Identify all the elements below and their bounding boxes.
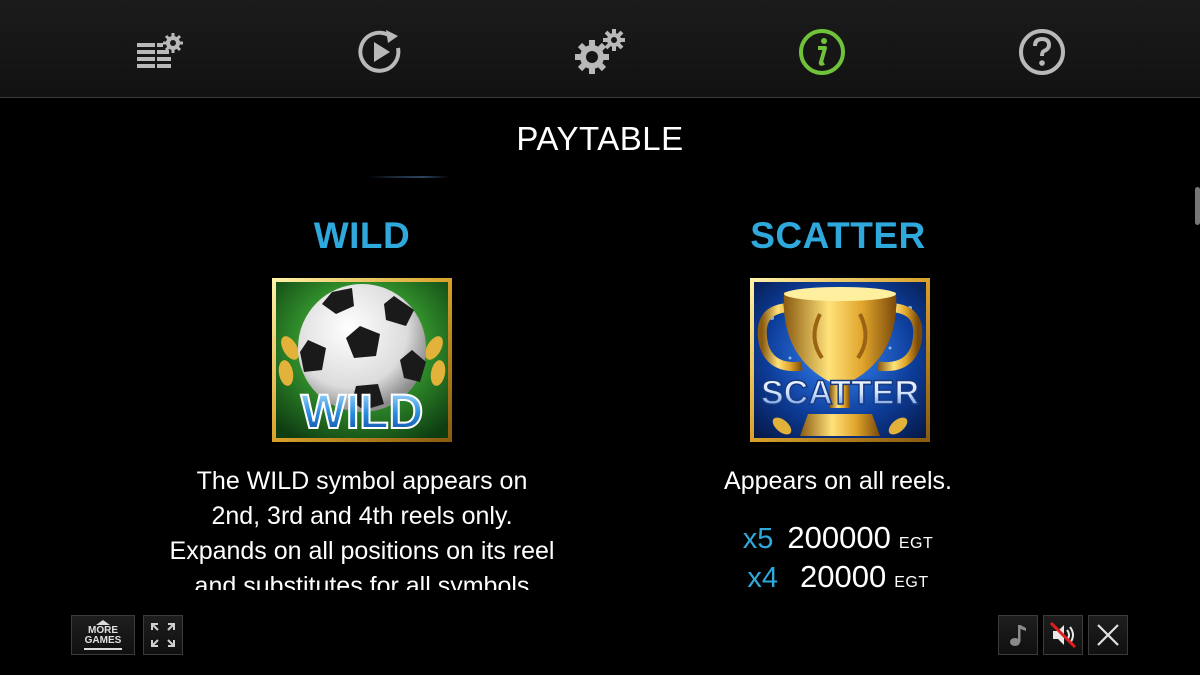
scatter-symbol-text: SCATTER — [761, 374, 919, 412]
scrollbar-thumb[interactable] — [1195, 187, 1200, 225]
wild-desc-line: and substitutes for all symbols — [194, 572, 530, 590]
more-games-button[interactable]: MORE GAMES — [71, 615, 135, 655]
autoplay-button[interactable] — [354, 26, 406, 78]
help-button[interactable] — [1016, 26, 1068, 78]
payout-row: x4 20000 EGT — [608, 559, 1068, 590]
wild-section: WILD WILD The WILD symbol appears on 2nd… — [132, 190, 592, 590]
soccer-ball-icon: WILD — [272, 278, 452, 442]
scatter-symbol: SCATTER — [750, 278, 930, 442]
payout-currency: EGT — [894, 574, 929, 590]
payout-multiplier: x5 — [742, 523, 774, 555]
wild-description: The WILD symbol appears on 2nd, 3rd and … — [132, 464, 592, 590]
fullscreen-icon — [151, 623, 175, 647]
payout-value: 200000 — [787, 520, 891, 555]
music-note-icon — [1010, 625, 1026, 646]
paytable-content: WILD WILD The WILD symbol appears on 2nd… — [0, 190, 1200, 590]
wild-desc-line: 2nd, 3rd and 4th reels only. — [211, 502, 513, 530]
wild-symbol-text: WILD — [301, 386, 424, 439]
gears-icon — [575, 29, 625, 74]
speaker-muted-icon — [1049, 621, 1077, 649]
music-button[interactable] — [998, 615, 1038, 655]
help-icon — [1019, 29, 1065, 75]
bet-settings-icon — [137, 33, 183, 68]
info-button[interactable] — [796, 26, 848, 78]
underline-decoration — [84, 648, 122, 650]
payout-multiplier: x4 — [747, 562, 779, 590]
settings-button[interactable] — [574, 26, 626, 78]
payout-row: x5 200000 EGT — [608, 520, 1068, 556]
info-icon — [799, 29, 845, 75]
wild-desc-line: The WILD symbol appears on — [196, 467, 528, 495]
close-icon — [1097, 624, 1119, 646]
sound-mute-button[interactable] — [1043, 615, 1083, 655]
divider — [368, 176, 450, 178]
scatter-title: SCATTER — [750, 215, 926, 256]
page-title: PAYTABLE — [516, 120, 684, 157]
trophy-icon: SCATTER — [750, 278, 930, 442]
fullscreen-button[interactable] — [143, 615, 183, 655]
payout-value: 20000 — [800, 559, 887, 590]
payout-currency: EGT — [898, 535, 934, 552]
close-button[interactable] — [1088, 615, 1128, 655]
scatter-description: Appears on all reels. — [724, 467, 952, 495]
wild-title: WILD — [313, 215, 411, 256]
wild-symbol: WILD — [272, 278, 452, 442]
bet-settings-button[interactable] — [134, 26, 186, 78]
more-games-label: GAMES — [84, 635, 122, 646]
wild-desc-line: Expands on all positions on its reel — [169, 537, 555, 565]
autoplay-icon — [358, 30, 401, 73]
scatter-section: SCATTER SCATTER Appears on all reels. x5… — [608, 190, 1068, 590]
top-nav-bar — [0, 0, 1200, 98]
